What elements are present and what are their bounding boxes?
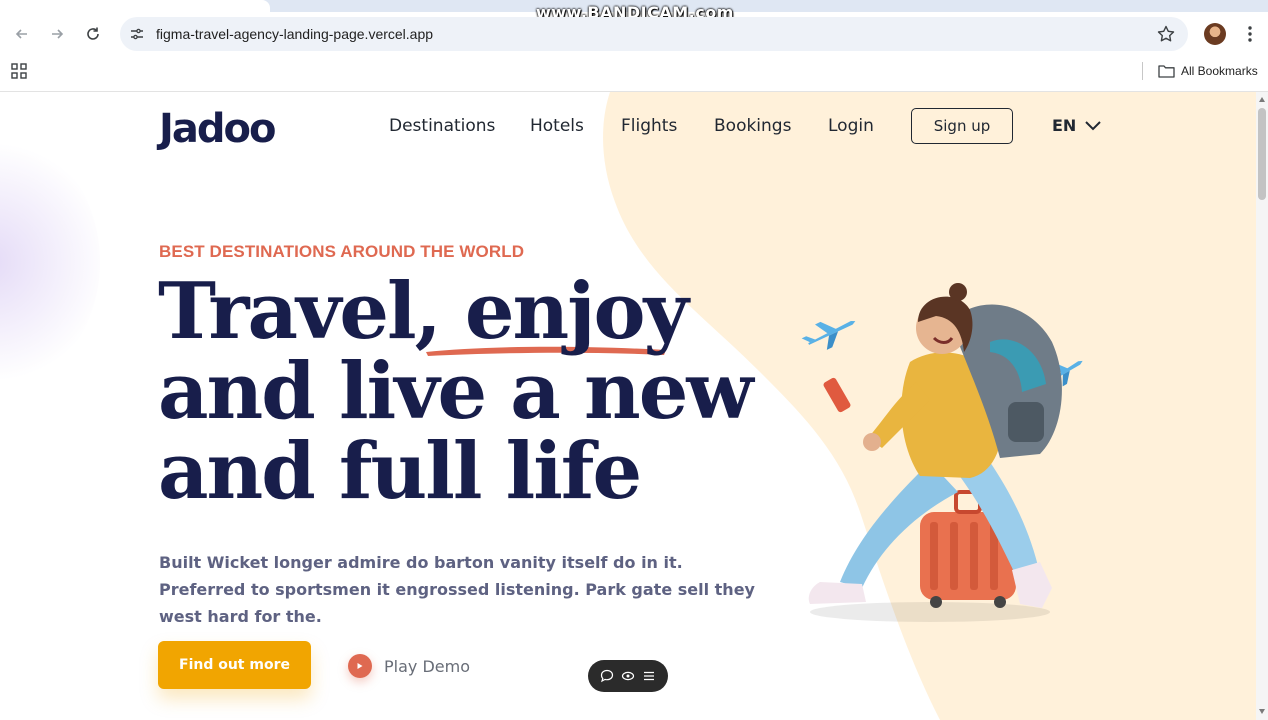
- arrow-left-icon: [15, 29, 27, 39]
- site-logo[interactable]: Jadoo: [159, 106, 276, 152]
- apps-grid-icon[interactable]: [10, 62, 28, 80]
- comment-icon[interactable]: [600, 669, 614, 683]
- hero-description: Built Wicket longer admire do barton van…: [159, 553, 755, 626]
- back-button[interactable]: [10, 22, 34, 46]
- headline-highlight: enjoy: [464, 266, 689, 357]
- hero-tagline: BEST DESTINATIONS AROUND THE WORLD: [159, 242, 525, 261]
- address-bar[interactable]: figma-travel-agency-landing-page.vercel.…: [120, 17, 1188, 51]
- scroll-down-arrow[interactable]: [1259, 709, 1265, 714]
- list-menu-icon[interactable]: [642, 669, 656, 683]
- scrollbar-thumb[interactable]: [1258, 108, 1266, 200]
- browser-chrome: www.BANDICAM.com figma-travel-agency-lan…: [0, 0, 1268, 92]
- page-scrollbar[interactable]: [1256, 92, 1268, 720]
- headline-line-3: and full life: [158, 426, 642, 517]
- floating-toolbar: [588, 660, 668, 692]
- find-out-more-button[interactable]: Find out more: [158, 641, 311, 689]
- nav-destinations[interactable]: Destinations: [389, 116, 495, 136]
- reload-button[interactable]: [81, 22, 105, 46]
- headline-line-2: and live a new: [158, 346, 754, 437]
- signup-button[interactable]: Sign up: [911, 108, 1013, 144]
- tune-icon: [131, 28, 143, 40]
- play-button-circle: [348, 654, 372, 678]
- url-text[interactable]: figma-travel-agency-landing-page.vercel.…: [156, 26, 433, 42]
- forward-button[interactable]: [45, 22, 69, 46]
- play-demo-label: Play Demo: [384, 656, 470, 676]
- reload-icon: [87, 27, 99, 40]
- headline-line-1: Travel, enjoy: [158, 266, 689, 357]
- scroll-up-arrow[interactable]: [1259, 97, 1265, 102]
- nav-hotels[interactable]: Hotels: [530, 116, 584, 136]
- language-label: EN: [1052, 116, 1077, 135]
- profile-avatar[interactable]: [1204, 23, 1226, 45]
- all-bookmarks-button[interactable]: All Bookmarks: [1158, 62, 1258, 80]
- active-tab[interactable]: [0, 0, 270, 12]
- folder-icon: [1158, 65, 1175, 78]
- site-info-button[interactable]: [127, 24, 147, 44]
- play-demo-button[interactable]: Play Demo: [348, 654, 470, 678]
- all-bookmarks-label: All Bookmarks: [1181, 64, 1258, 78]
- eye-icon[interactable]: [621, 669, 635, 683]
- nav-flights[interactable]: Flights: [621, 116, 677, 136]
- bookmarks-divider: [1142, 62, 1143, 80]
- airplane-icon-left: [801, 320, 856, 350]
- nav-bookings[interactable]: Bookings: [714, 116, 791, 136]
- logo-text: Jadoo: [159, 106, 276, 152]
- language-selector[interactable]: EN: [1052, 116, 1102, 135]
- traveler-illustration: [801, 283, 1083, 622]
- arrow-right-icon: [52, 29, 64, 39]
- nav-login[interactable]: Login: [828, 116, 874, 136]
- hero-headline: Travel, enjoy and live a new and full li…: [158, 272, 778, 512]
- play-icon: [357, 663, 363, 669]
- star-icon[interactable]: [1156, 24, 1176, 44]
- kebab-menu-icon[interactable]: [1240, 22, 1260, 46]
- chevron-down-icon: [1085, 120, 1102, 130]
- page-viewport: Jadoo Destinations Hotels Flights Bookin…: [0, 92, 1256, 720]
